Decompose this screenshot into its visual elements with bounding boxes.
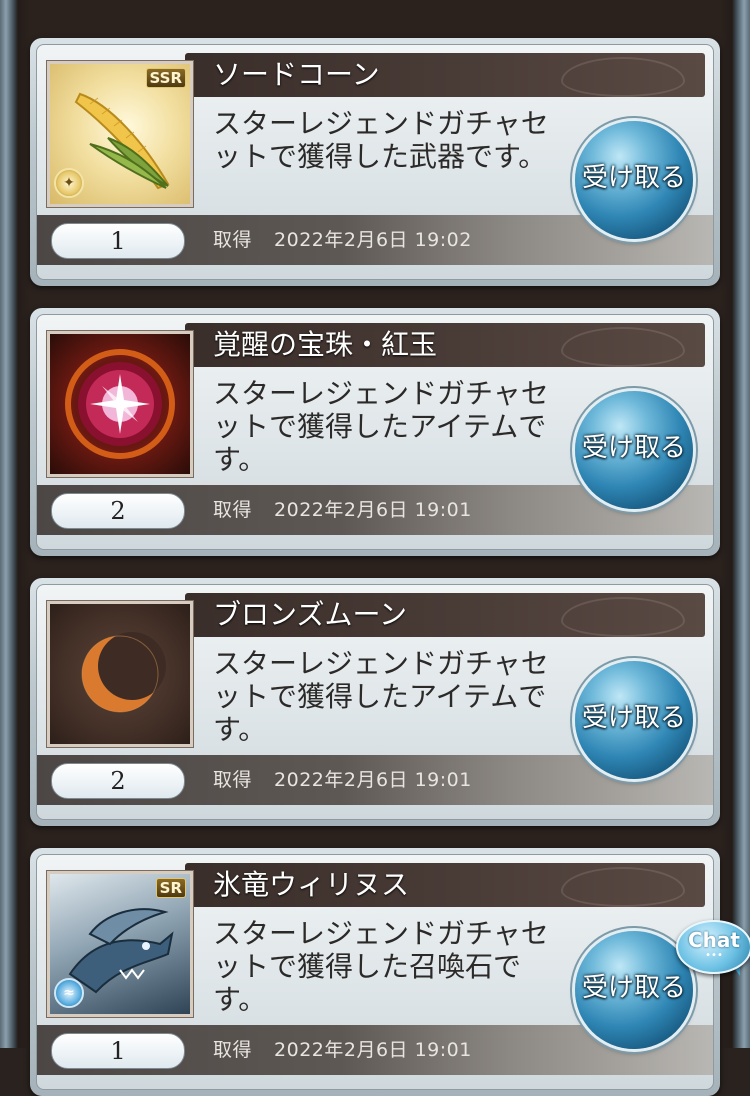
rarity-badge: SR xyxy=(155,878,186,898)
chat-button[interactable]: Chat ••• xyxy=(676,920,750,974)
gift-item-card: 氷竜ウィリヌス SR ≈ スターレジェンドガチャセットで獲得した召喚石です。 1… xyxy=(30,848,720,1096)
quantity-field: 2 xyxy=(51,763,185,799)
obtained-date: 2022年2月6日 19:01 xyxy=(274,769,472,791)
receive-button-label: 受け取る xyxy=(581,433,686,463)
item-title-bar: ブロンズムーン xyxy=(185,593,705,637)
light-element-icon: ✦ xyxy=(54,168,84,198)
receive-button[interactable]: 受け取る xyxy=(575,661,693,779)
receive-button[interactable]: 受け取る xyxy=(575,121,693,239)
rarity-badge: SSR xyxy=(145,68,186,88)
water-element-icon: ≈ xyxy=(54,978,84,1008)
chat-label: Chat xyxy=(688,928,740,952)
obtained-info: 取得 2022年2月6日 19:01 xyxy=(213,1037,472,1063)
obtained-date: 2022年2月6日 19:01 xyxy=(274,1039,472,1061)
obtained-info: 取得 2022年2月6日 19:01 xyxy=(213,497,472,523)
item-title-bar: 覚醒の宝珠・紅玉 xyxy=(185,323,705,367)
obtained-date: 2022年2月6日 19:01 xyxy=(274,499,472,521)
red-orb-icon[interactable] xyxy=(47,331,193,477)
obtained-label: 取得 xyxy=(213,499,253,521)
item-description: スターレジェンドガチャセットで獲得した武器です。 xyxy=(213,107,549,173)
gift-item-card: ブロンズムーン スターレジェンドガチャセットで獲得したアイテムです。 2 取得 2… xyxy=(30,578,720,826)
obtained-date: 2022年2月6日 19:02 xyxy=(274,229,472,251)
crescent-moon-icon[interactable] xyxy=(47,601,193,747)
chat-dots: ••• xyxy=(705,950,723,961)
receive-button[interactable]: 受け取る xyxy=(575,391,693,509)
gift-item-panel: ブロンズムーン スターレジェンドガチャセットで獲得したアイテムです。 2 取得 2… xyxy=(36,584,714,820)
quantity-field: 1 xyxy=(51,1033,185,1069)
gift-item-panel: 覚醒の宝珠・紅玉 スターレジェンドガチャセットで獲得したアイテムです。 2 取得… xyxy=(36,314,714,550)
obtained-label: 取得 xyxy=(213,1039,253,1061)
bronze-moon-icon xyxy=(81,632,166,713)
quantity-field: 1 xyxy=(51,223,185,259)
obtained-info: 取得 2022年2月6日 19:02 xyxy=(213,227,472,253)
title-ornament xyxy=(561,57,685,97)
quantity-field: 2 xyxy=(51,493,185,529)
item-description: スターレジェンドガチャセットで獲得した召喚石です。 xyxy=(213,917,549,1016)
title-ornament xyxy=(561,327,685,367)
ice-dragon-icon[interactable]: SR ≈ xyxy=(47,871,193,1017)
receive-button-label: 受け取る xyxy=(581,703,686,733)
item-name: ソードコーン xyxy=(213,58,380,91)
title-ornament xyxy=(561,867,685,907)
gift-item-card: 覚醒の宝珠・紅玉 スターレジェンドガチャセットで獲得したアイテムです。 2 取得… xyxy=(30,308,720,556)
gift-item-panel: ソードコーン SSR ✦ スターレジェンドガチャセットで獲得した武器です。 1 xyxy=(36,44,714,280)
obtained-label: 取得 xyxy=(213,769,253,791)
item-name: 覚醒の宝珠・紅玉 xyxy=(213,328,438,361)
item-title-bar: ソードコーン xyxy=(185,53,705,97)
awakening-orb-icon xyxy=(65,349,175,459)
obtained-info: 取得 2022年2月6日 19:01 xyxy=(213,767,472,793)
item-title-bar: 氷竜ウィリヌス xyxy=(185,863,705,907)
gift-item-panel: 氷竜ウィリヌス SR ≈ スターレジェンドガチャセットで獲得した召喚石です。 1… xyxy=(36,854,714,1090)
receive-button-label: 受け取る xyxy=(581,973,686,1003)
corn-icon[interactable]: SSR ✦ xyxy=(47,61,193,207)
item-name: 氷竜ウィリヌス xyxy=(213,868,410,901)
title-ornament xyxy=(561,597,685,637)
obtained-label: 取得 xyxy=(213,229,253,251)
item-description: スターレジェンドガチャセットで獲得したアイテムです。 xyxy=(213,377,549,476)
receive-button-label: 受け取る xyxy=(581,163,686,193)
gift-item-card: ソードコーン SSR ✦ スターレジェンドガチャセットで獲得した武器です。 1 xyxy=(30,38,720,286)
item-description: スターレジェンドガチャセットで獲得したアイテムです。 xyxy=(213,647,549,746)
item-name: ブロンズムーン xyxy=(213,598,408,631)
